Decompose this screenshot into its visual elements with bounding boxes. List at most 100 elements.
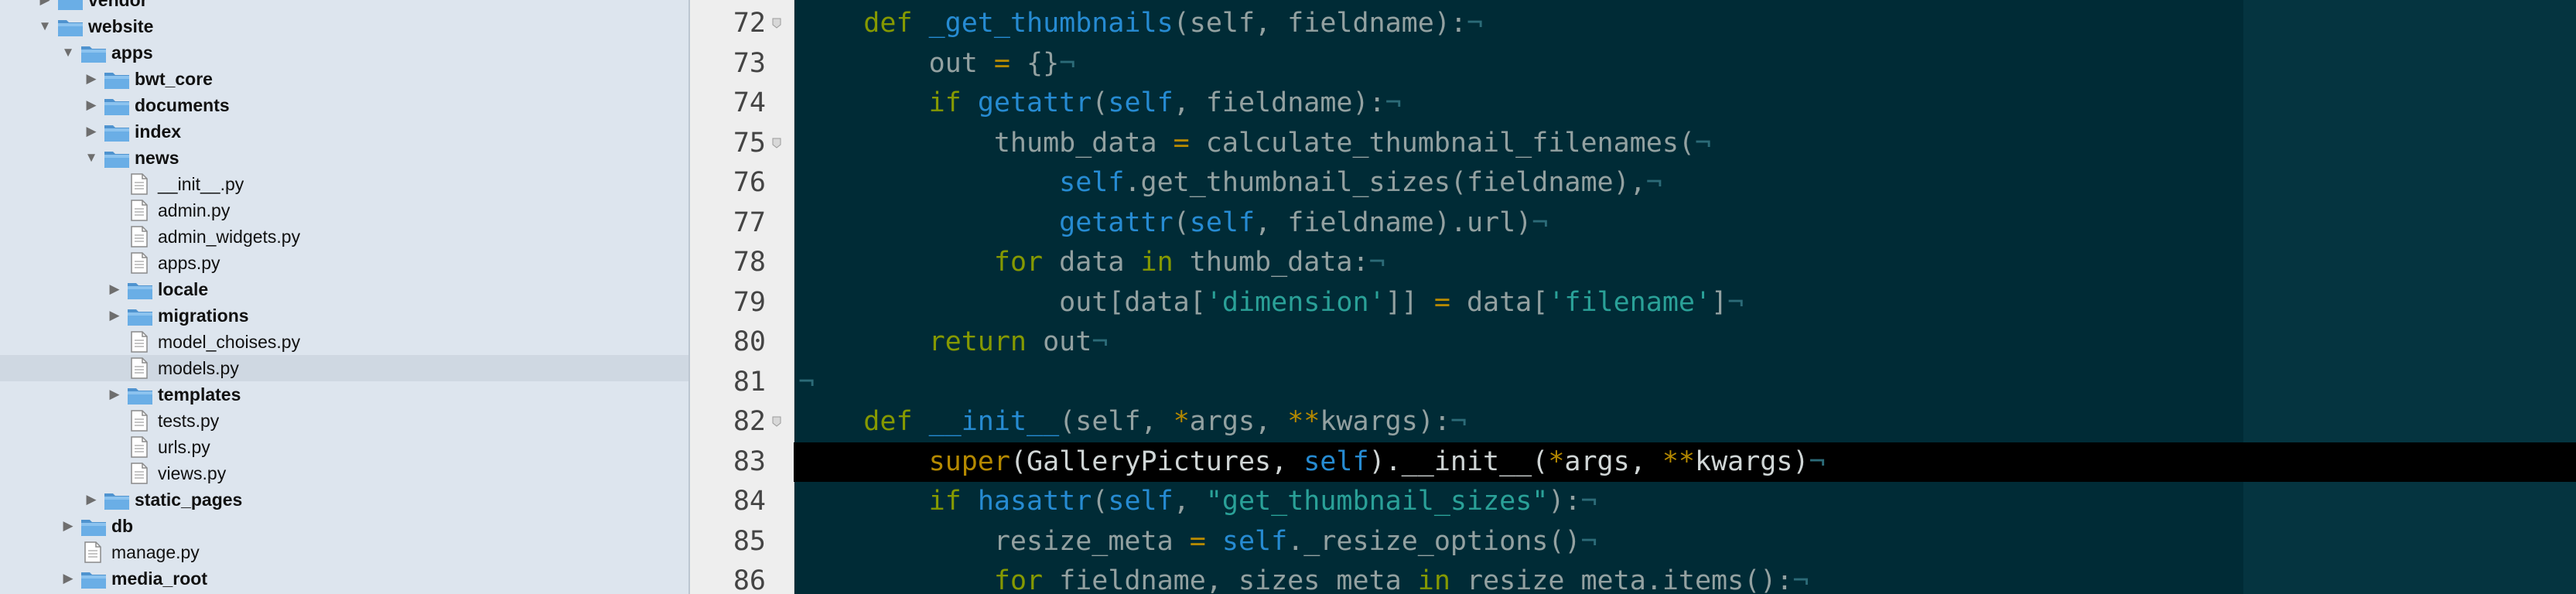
tree-folder-row[interactable]: ▶ bwt_core [0, 66, 688, 92]
tree-folder-row[interactable]: ▶ templates [0, 381, 688, 408]
keyword-token: def [863, 8, 913, 39]
code-content[interactable]: for fieldname, sizes_meta in resize_meta… [794, 562, 2576, 594]
fold-marker-icon[interactable] [772, 138, 781, 148]
operator-token: = [1173, 127, 1190, 159]
tree-file-row[interactable]: manage.py [0, 539, 688, 565]
code-line[interactable]: 84 if hasattr(self, "get_thumbnail_sizes… [690, 482, 2576, 522]
eol-marker: ¬ [1792, 565, 1809, 594]
disclosure-collapsed-icon[interactable]: ▶ [105, 276, 124, 302]
tree-item-label: apps [111, 43, 153, 63]
disclosure-collapsed-icon[interactable]: ▶ [82, 118, 101, 145]
tree-folder-row[interactable]: ▶ migrations [0, 302, 688, 329]
code-line[interactable]: 81 ¬ [690, 363, 2576, 403]
line-number: 73 [733, 47, 766, 79]
disclosure-collapsed-icon[interactable]: ▶ [82, 486, 101, 513]
tree-folder-row[interactable]: ▶ index [0, 118, 688, 145]
disclosure-expanded-icon[interactable]: ▼ [59, 39, 77, 66]
tree-folder-row[interactable]: ▼ website [0, 13, 688, 39]
disclosure-collapsed-icon[interactable]: ▶ [105, 302, 124, 329]
fold-marker-icon[interactable] [772, 416, 781, 427]
code-text: ( [1092, 87, 1109, 118]
tree-item-label: admin_widgets.py [158, 227, 301, 247]
code-line[interactable]: 80 return out¬ [690, 323, 2576, 363]
code-line[interactable]: 82 def __init__(self, *args, **kwargs):¬ [690, 402, 2576, 442]
current-code-line[interactable]: 83 super(GalleryPictures, self).__init__… [690, 442, 2576, 482]
code-text: (GalleryPictures, [1010, 446, 1304, 477]
disclosure-collapsed-icon[interactable]: ▶ [82, 92, 101, 118]
code-content[interactable]: def __init__(self, *args, **kwargs):¬ [794, 402, 2576, 442]
tree-file-row[interactable]: tests.py [0, 408, 688, 434]
tree-file-row[interactable]: admin_widgets.py [0, 224, 688, 250]
code-content[interactable]: for data in thumb_data:¬ [794, 243, 2576, 283]
disclosure-expanded-icon[interactable]: ▼ [36, 13, 54, 39]
tree-file-row[interactable]: __init__.py [0, 171, 688, 197]
code-line[interactable]: 76 self.get_thumbnail_sizes(fieldname),¬ [690, 163, 2576, 203]
code-text: (self, [1059, 406, 1174, 437]
code-text: data[ [1450, 286, 1549, 318]
disclosure-collapsed-icon[interactable]: ▶ [59, 565, 77, 592]
code-content[interactable]: super(GalleryPictures, self).__init__(*a… [794, 442, 2576, 482]
code-content[interactable]: out = {}¬ [794, 44, 2576, 84]
tree-file-row[interactable]: models.py [0, 355, 688, 381]
code-text: ( [1092, 486, 1109, 517]
code-text: out [798, 47, 994, 79]
tree-folder-row[interactable]: ▶ vendor [0, 0, 688, 13]
code-line[interactable]: 74 if getattr(self, fieldname):¬ [690, 84, 2576, 124]
code-text: ( [1173, 207, 1190, 238]
code-editor[interactable]: 72 def _get_thumbnails(self, fieldname):… [690, 0, 2576, 594]
disclosure-collapsed-icon[interactable]: ▶ [59, 513, 77, 539]
code-content[interactable]: def _get_thumbnails(self, fieldname):¬ [794, 4, 2576, 44]
folder-icon [80, 569, 107, 589]
code-content[interactable]: out[data['dimension']] = data['filename'… [794, 283, 2576, 323]
code-line[interactable]: 78 for data in thumb_data:¬ [690, 243, 2576, 283]
code-content[interactable]: if hasattr(self, "get_thumbnail_sizes"):… [794, 482, 2576, 522]
tree-folder-row[interactable]: ▶ locale [0, 276, 688, 302]
code-content[interactable]: self.get_thumbnail_sizes(fieldname),¬ [794, 163, 2576, 203]
eol-marker: ¬ [1466, 8, 1484, 39]
code-line[interactable]: 79 out[data['dimension']] = data['filena… [690, 283, 2576, 323]
code-content[interactable]: thumb_data = calculate_thumbnail_filenam… [794, 124, 2576, 164]
code-line[interactable]: 85 resize_meta = self._resize_options()¬ [690, 522, 2576, 562]
fold-marker-icon[interactable] [772, 18, 781, 29]
code-text: thumb_data: [1173, 247, 1369, 278]
tree-folder-row[interactable]: ▶ db [0, 513, 688, 539]
eol-marker: ¬ [1450, 406, 1467, 437]
disclosure-expanded-icon[interactable]: ▼ [82, 145, 101, 171]
disclosure-collapsed-icon[interactable]: ▶ [82, 66, 101, 92]
tree-file-row[interactable]: apps.py [0, 250, 688, 276]
tree-folder-row[interactable]: ▼ news [0, 145, 688, 171]
code-content[interactable]: return out¬ [794, 323, 2576, 363]
tree-item-label: news [135, 148, 179, 168]
tree-folder-row[interactable]: ▶ media_root [0, 565, 688, 592]
code-line[interactable]: 72 def _get_thumbnails(self, fieldname):… [690, 4, 2576, 44]
tree-file-row[interactable]: admin.py [0, 197, 688, 224]
code-line[interactable]: 75 thumb_data = calculate_thumbnail_file… [690, 124, 2576, 164]
tree-item-label: templates [158, 384, 241, 405]
tree-file-row[interactable]: views.py [0, 460, 688, 486]
tree-item-label: bwt_core [135, 69, 213, 89]
code-content[interactable]: ¬ [794, 363, 2576, 403]
code-line[interactable]: 86 for fieldname, sizes_meta in resize_m… [690, 562, 2576, 594]
tree-folder-row[interactable]: ▶ documents [0, 92, 688, 118]
tree-folder-row[interactable]: ▶ static_pages [0, 486, 688, 513]
tree-file-row[interactable]: urls.py [0, 434, 688, 460]
function-token: hasattr [977, 486, 1092, 517]
code-text: out [1027, 326, 1092, 357]
tree-item-label: locale [158, 279, 209, 299]
disclosure-collapsed-icon[interactable]: ▶ [105, 381, 124, 408]
tree-folder-row[interactable]: ▼ apps [0, 39, 688, 66]
disclosure-collapsed-icon[interactable]: ▶ [36, 0, 54, 13]
function-token: getattr [977, 87, 1092, 118]
code-line[interactable]: 77 getattr(self, fieldname).url)¬ [690, 203, 2576, 244]
code-line[interactable]: 73 out = {}¬ [690, 44, 2576, 84]
tree-file-row[interactable]: model_choises.py [0, 329, 688, 355]
code-content[interactable]: getattr(self, fieldname).url)¬ [794, 203, 2576, 244]
code-content[interactable]: if getattr(self, fieldname):¬ [794, 84, 2576, 124]
code-content[interactable]: resize_meta = self._resize_options()¬ [794, 522, 2576, 562]
line-number: 76 [733, 167, 766, 198]
tree-item-label: model_choises.py [158, 332, 301, 352]
project-sidebar: ▶vendor▼website▼apps▶bwt_core▶documents▶… [0, 0, 690, 594]
